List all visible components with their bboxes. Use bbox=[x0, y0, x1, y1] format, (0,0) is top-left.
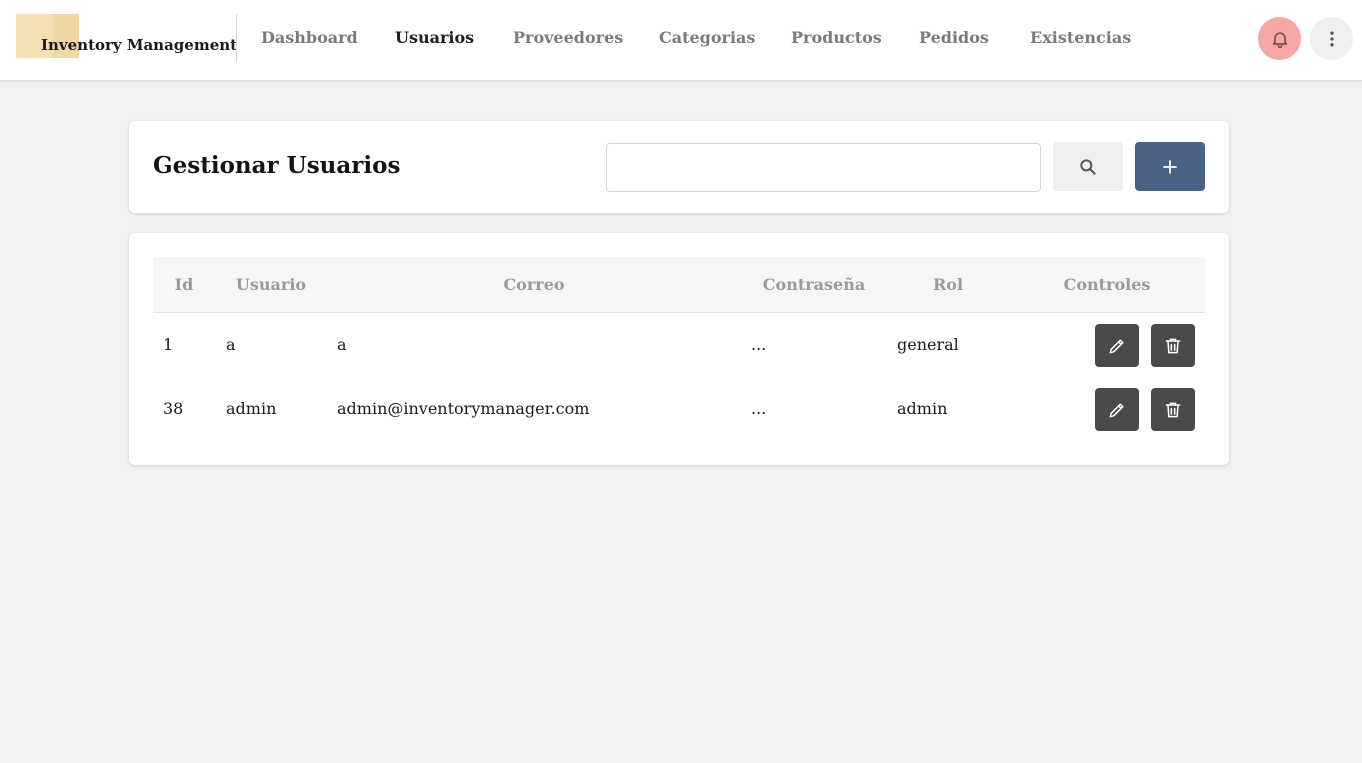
nav-item-usuarios[interactable]: Usuarios bbox=[395, 28, 474, 47]
cell-id: 1 bbox=[163, 335, 174, 354]
table-header: Id Usuario Correo Contraseña Rol Control… bbox=[153, 257, 1205, 313]
users-table-card: Id Usuario Correo Contraseña Rol Control… bbox=[129, 233, 1229, 465]
nav-item-productos[interactable]: Productos bbox=[791, 28, 882, 47]
trash-icon bbox=[1165, 402, 1181, 417]
cell-id: 38 bbox=[163, 399, 184, 418]
nav-item-pedidos[interactable]: Pedidos bbox=[919, 28, 989, 47]
cell-rol: admin bbox=[897, 399, 948, 418]
page-title: Gestionar Usuarios bbox=[153, 152, 401, 179]
cell-contrasena: ... bbox=[751, 399, 767, 418]
table-row: 1 a a ... general bbox=[153, 314, 1205, 378]
search-input[interactable] bbox=[606, 143, 1041, 192]
brand-name: Inventory Management bbox=[41, 36, 238, 54]
edit-button[interactable] bbox=[1095, 388, 1139, 431]
add-user-button[interactable] bbox=[1135, 142, 1205, 191]
more-options-button[interactable] bbox=[1310, 17, 1353, 60]
bell-icon bbox=[1272, 31, 1287, 48]
pencil-icon bbox=[1109, 402, 1124, 417]
cell-usuario: a bbox=[226, 335, 236, 354]
column-header-usuario: Usuario bbox=[235, 275, 307, 294]
brand-logo[interactable]: Inventory Management bbox=[16, 14, 237, 60]
search-icon bbox=[1080, 158, 1096, 175]
table-row: 38 admin admin@inventorymanager.com ... … bbox=[153, 378, 1205, 442]
top-navbar: Inventory Management Dashboard Usuarios … bbox=[0, 0, 1362, 81]
delete-button[interactable] bbox=[1151, 324, 1195, 367]
search-button[interactable] bbox=[1053, 142, 1123, 191]
plus-icon bbox=[1163, 159, 1177, 174]
column-header-correo: Correo bbox=[503, 275, 565, 294]
column-header-contrasena: Contraseña bbox=[762, 275, 866, 294]
brand-divider bbox=[236, 14, 237, 62]
edit-button[interactable] bbox=[1095, 324, 1139, 367]
more-vertical-icon bbox=[1329, 31, 1334, 46]
column-header-controles: Controles bbox=[1063, 275, 1151, 294]
notifications-button[interactable] bbox=[1258, 17, 1301, 60]
cell-contrasena: ... bbox=[751, 335, 767, 354]
column-header-id: Id bbox=[174, 275, 194, 294]
nav-item-dashboard[interactable]: Dashboard bbox=[261, 28, 358, 47]
nav-item-categorias[interactable]: Categorias bbox=[659, 28, 755, 47]
delete-button[interactable] bbox=[1151, 388, 1195, 431]
page-header-card: Gestionar Usuarios bbox=[129, 121, 1229, 213]
cell-correo: a bbox=[337, 335, 347, 354]
cell-usuario: admin bbox=[226, 399, 277, 418]
pencil-icon bbox=[1109, 338, 1124, 353]
nav-item-existencias[interactable]: Existencias bbox=[1030, 28, 1131, 47]
nav-item-proveedores[interactable]: Proveedores bbox=[513, 28, 623, 47]
cell-rol: general bbox=[897, 335, 959, 354]
column-header-rol: Rol bbox=[932, 275, 964, 294]
cell-correo: admin@inventorymanager.com bbox=[337, 399, 590, 418]
trash-icon bbox=[1165, 338, 1181, 353]
